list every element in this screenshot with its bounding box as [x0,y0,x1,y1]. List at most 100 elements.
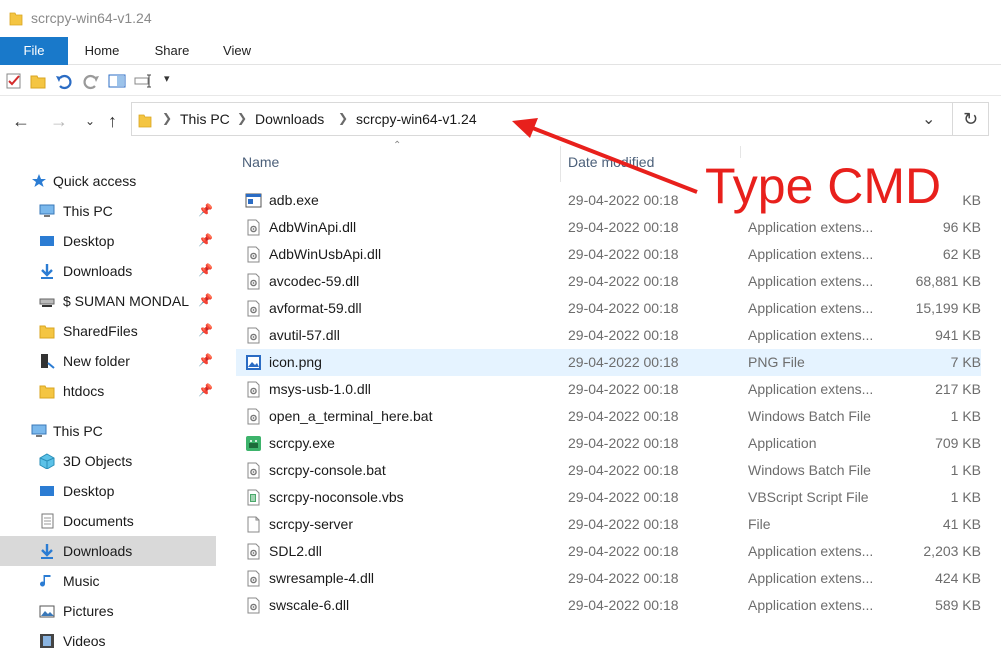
file-date-modified: 29-04-2022 00:18 [568,435,679,451]
column-header-date[interactable]: Date modified [568,154,654,170]
nav-quick-access[interactable]: Quick access [0,166,216,196]
computer-icon [39,204,55,217]
breadcrumb-current-folder[interactable]: scrcpy-win64-v1.24 [356,111,477,127]
file-type: Application extens... [748,246,874,262]
pin-icon[interactable]: 📌 [198,353,213,367]
file-row[interactable]: SDL2.dll 29-04-2022 00:18 Application exte… [236,538,981,565]
column-divider[interactable] [560,146,561,182]
pin-icon[interactable]: 📌 [198,263,213,277]
file-size: 217 KB [935,381,981,397]
window-title: scrcpy-win64-v1.24 [31,10,152,26]
new-folder-icon[interactable] [29,72,47,90]
file-row[interactable]: avcodec-59.dll 29-04-2022 00:18 Applicatio… [236,268,981,295]
file-row[interactable]: icon.png 29-04-2022 00:18 PNG File 7 KB [236,349,981,376]
file-row[interactable]: open_a_terminal_here.bat 29-04-2022 00:18… [236,403,981,430]
nav-quick-network-drive[interactable]: $ SUMAN MONDAL 📌 [0,286,216,316]
file-type: Application extens... [748,381,874,397]
breadcrumb-separator-icon[interactable]: ❯ [162,111,172,125]
nav-desktop[interactable]: Desktop [0,476,216,506]
file-size: 96 KB [942,219,981,235]
pin-icon[interactable]: 📌 [198,293,213,307]
customize-toolbar-chevron-icon[interactable]: ▾ [164,72,170,85]
pin-icon[interactable]: 📌 [198,203,213,217]
nav-quick-new-folder[interactable]: New folder 📌 [0,346,216,376]
pin-icon[interactable]: 📌 [198,323,213,337]
file-row[interactable]: avutil-57.dll 29-04-2022 00:18 Application… [236,322,981,349]
file-name: scrcpy-console.bat [269,462,386,478]
address-bar[interactable]: ❯ This PC ❯ Downloads ❯ scrcpy-win64-v1.… [131,102,953,136]
column-header-name[interactable]: Name [242,154,279,170]
file-row[interactable]: scrcpy-server 29-04-2022 00:18 File 41 KB [236,511,981,538]
preview-pane-icon[interactable] [108,72,126,90]
ribbon-tabs: File Home Share View [0,37,1001,65]
exe-window-icon [245,192,262,209]
pin-icon[interactable]: 📌 [198,233,213,247]
file-row[interactable]: swresample-4.dll 29-04-2022 00:18 Applicat… [236,565,981,592]
nav-pictures[interactable]: Pictures [0,596,216,626]
file-type: Application extens... [748,273,874,289]
navigation-pane: Quick access This PC 📌 Desktop 📌 Downloa… [0,160,218,657]
tab-share[interactable]: Share [142,37,202,65]
file-row[interactable]: swscale-6.dll 29-04-2022 00:18 Application… [236,592,981,619]
nav-downloads[interactable]: Downloads [0,536,216,566]
dll-icon [245,327,262,344]
file-type: Application extens... [748,327,874,343]
file-date-modified: 29-04-2022 00:18 [568,273,679,289]
file-size: 1 KB [950,462,981,478]
back-arrow-icon[interactable]: ← [12,111,30,132]
rename-icon[interactable] [134,72,152,90]
recent-locations-chevron-icon[interactable]: ⌄ [85,114,95,128]
breadcrumb-downloads[interactable]: Downloads [255,111,324,127]
nav-quick-htdocs[interactable]: htdocs 📌 [0,376,216,406]
bat-icon [245,408,262,425]
file-row[interactable]: scrcpy.exe 29-04-2022 00:18 Application 709… [236,430,981,457]
file-name: swresample-4.dll [269,570,375,586]
file-name: AdbWinApi.dll [269,219,357,235]
nav-quick-sharedfiles[interactable]: SharedFiles 📌 [0,316,216,346]
network-drive-icon [39,298,55,307]
file-date-modified: 29-04-2022 00:18 [568,570,679,586]
tab-view[interactable]: View [208,37,266,65]
redo-icon[interactable] [82,72,100,90]
nav-3d-objects[interactable]: 3D Objects [0,446,216,476]
file-size: 15,199 KB [915,300,981,316]
file-row[interactable]: AdbWinUsbApi.dll 29-04-2022 00:18 Applicat… [236,241,981,268]
nav-videos[interactable]: Videos [0,626,216,656]
properties-icon[interactable] [5,72,23,90]
tab-home[interactable]: Home [72,37,132,65]
file-type: VBScript Script File [748,489,869,505]
pin-icon[interactable]: 📌 [198,383,213,397]
scrcpy-app-icon [245,435,262,452]
nav-label: Desktop [63,233,115,249]
file-name: open_a_terminal_here.bat [269,408,433,424]
nav-this-pc[interactable]: This PC [0,416,216,446]
refresh-button[interactable]: ↻ [953,102,989,136]
file-row[interactable]: scrcpy-noconsole.vbs 29-04-2022 00:18 VBSc… [236,484,981,511]
up-arrow-icon[interactable]: ↑ [108,111,117,132]
image-file-icon [245,354,262,371]
breadcrumb-this-pc[interactable]: This PC [180,111,230,127]
address-history-chevron-icon[interactable]: ⌄ [922,109,935,129]
forward-arrow-icon[interactable]: → [50,111,68,132]
file-row[interactable]: AdbWinApi.dll 29-04-2022 00:18 Application… [236,214,981,241]
nav-quick-this-pc[interactable]: This PC 📌 [0,196,216,226]
nav-label: New folder [63,353,130,369]
nav-label: Documents [63,513,134,529]
breadcrumb-separator-icon[interactable]: ❯ [338,111,348,125]
nav-quick-desktop[interactable]: Desktop 📌 [0,226,216,256]
breadcrumb-separator-icon[interactable]: ❯ [237,111,247,125]
nav-documents[interactable]: Documents [0,506,216,536]
undo-icon[interactable] [55,72,73,90]
file-size: 1 KB [950,408,981,424]
nav-label: Quick access [53,173,137,189]
file-row[interactable]: avformat-59.dll 29-04-2022 00:18 Applicati… [236,295,981,322]
tab-file[interactable]: File [0,37,68,65]
nav-quick-downloads[interactable]: Downloads 📌 [0,256,216,286]
desktop-icon [40,236,54,246]
file-size: 1 KB [950,489,981,505]
file-row[interactable]: msys-usb-1.0.dll 29-04-2022 00:18 Applicat… [236,376,981,403]
nav-music[interactable]: Music [0,566,216,596]
music-note-icon [40,575,51,587]
folder-icon [39,325,55,339]
file-row[interactable]: scrcpy-console.bat 29-04-2022 00:18 Window… [236,457,981,484]
